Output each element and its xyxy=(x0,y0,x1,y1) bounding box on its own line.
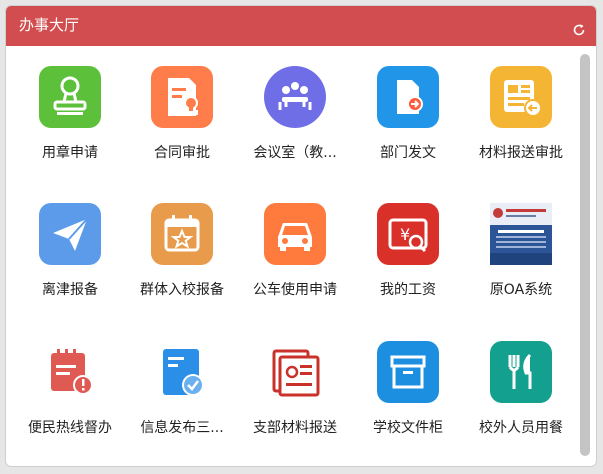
tile-label: 支部材料报送 xyxy=(253,420,337,436)
tile-hotline-supervision[interactable]: 便民热线督办 xyxy=(14,321,126,443)
tile-contract-approval[interactable]: 合同审批 xyxy=(126,46,238,168)
service-hall-panel: 办事大厅 用章申请 合同审批 会议室（教... 部门发文 材料报送审批 离津报备… xyxy=(5,5,597,467)
salary-search-icon: ¥ xyxy=(377,203,439,265)
seal-icon xyxy=(39,66,101,128)
calendar-alert-icon xyxy=(39,341,101,403)
dining-icon xyxy=(490,341,552,403)
svg-text:¥: ¥ xyxy=(400,225,410,244)
tile-label: 群体入校报备 xyxy=(140,282,224,298)
panel-header: 办事大厅 xyxy=(6,6,596,46)
meeting-room-icon xyxy=(264,66,326,128)
party-document-icon xyxy=(264,341,326,403)
refresh-icon[interactable] xyxy=(572,23,586,37)
tile-label: 公车使用申请 xyxy=(253,282,337,298)
document-send-icon xyxy=(377,66,439,128)
tile-department-docs[interactable]: 部门发文 xyxy=(352,46,464,168)
document-check-icon xyxy=(151,341,213,403)
app-grid: 用章申请 合同审批 会议室（教... 部门发文 材料报送审批 离津报备 群体入校… xyxy=(6,46,578,464)
tile-official-car-request[interactable]: 公车使用申请 xyxy=(239,183,351,305)
file-cabinet-icon xyxy=(377,341,439,403)
panel-title: 办事大厅 xyxy=(19,16,80,34)
tile-label: 材料报送审批 xyxy=(479,145,563,161)
tile-label: 校外人员用餐 xyxy=(479,420,563,436)
tile-seal-application[interactable]: 用章申请 xyxy=(14,46,126,168)
tile-legacy-oa[interactable]: 原OA系统 xyxy=(465,183,577,305)
tile-leave-tianjin-report[interactable]: 离津报备 xyxy=(14,183,126,305)
tile-branch-submission[interactable]: 支部材料报送 xyxy=(239,321,351,443)
tile-group-entry-report[interactable]: 群体入校报备 xyxy=(126,183,238,305)
tile-label: 原OA系统 xyxy=(489,282,553,298)
oa-system-thumbnail xyxy=(490,203,552,265)
tile-label: 学校文件柜 xyxy=(373,420,443,436)
tile-label: 离津报备 xyxy=(42,282,98,298)
newspaper-submit-icon xyxy=(490,66,552,128)
tile-label: 便民热线督办 xyxy=(28,420,112,436)
tile-label: 会议室（教... xyxy=(253,145,337,161)
paper-plane-icon xyxy=(39,203,101,265)
tile-label: 合同审批 xyxy=(154,145,210,161)
tile-my-salary[interactable]: ¥ 我的工资 xyxy=(352,183,464,305)
tile-material-submission[interactable]: 材料报送审批 xyxy=(465,46,577,168)
tile-label: 信息发布三... xyxy=(140,420,224,436)
tile-label: 部门发文 xyxy=(380,145,436,161)
calendar-star-icon xyxy=(151,203,213,265)
tile-meeting-room[interactable]: 会议室（教... xyxy=(239,46,351,168)
tile-label: 用章申请 xyxy=(42,145,98,161)
tile-info-release[interactable]: 信息发布三... xyxy=(126,321,238,443)
tile-school-file-cabinet[interactable]: 学校文件柜 xyxy=(352,321,464,443)
tile-visitor-dining[interactable]: 校外人员用餐 xyxy=(465,321,577,443)
car-icon xyxy=(264,203,326,265)
scrollbar-thumb[interactable] xyxy=(580,54,590,456)
contract-stamp-icon xyxy=(151,66,213,128)
tile-label: 我的工资 xyxy=(380,282,436,298)
